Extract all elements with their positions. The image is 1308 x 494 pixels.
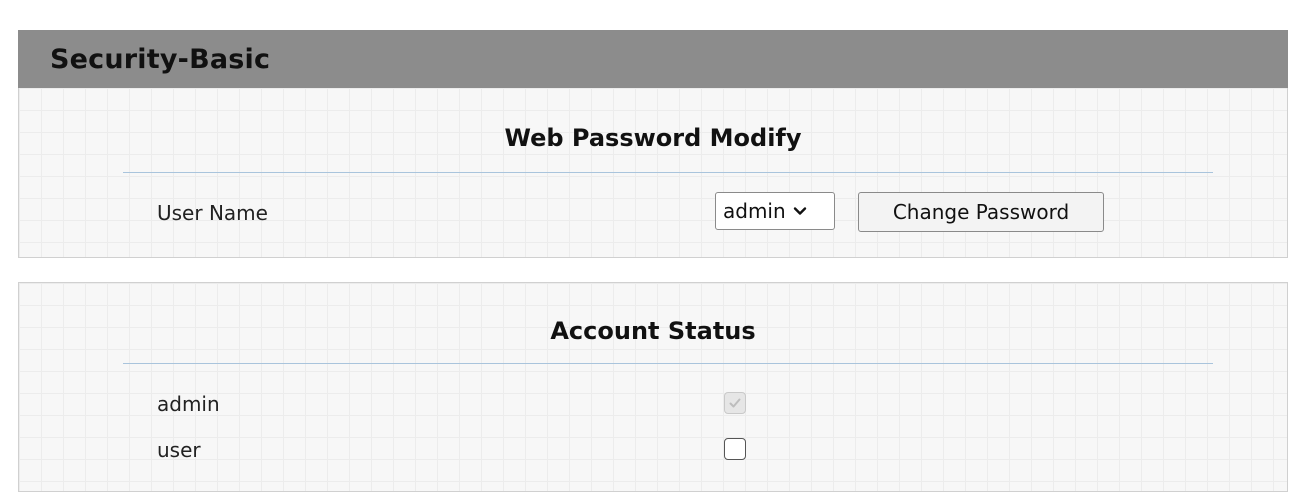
user-name-select[interactable]: admin xyxy=(715,192,835,230)
account-checkbox-admin xyxy=(724,392,746,414)
section-divider xyxy=(123,172,1213,173)
chevron-down-icon xyxy=(793,204,807,218)
page-title: Security-Basic xyxy=(50,43,271,75)
account-label-user: user xyxy=(157,438,201,462)
web-password-panel: Web Password Modify User Name admin Chan… xyxy=(18,88,1288,258)
user-name-label: User Name xyxy=(157,201,268,225)
web-password-title: Web Password Modify xyxy=(504,124,802,152)
account-checkbox-user[interactable] xyxy=(724,438,746,460)
security-basic-page: Security-Basic Web Password Modify User … xyxy=(0,0,1308,494)
page-header: Security-Basic xyxy=(18,30,1288,88)
account-status-panel: Account Status admin user xyxy=(18,282,1288,492)
checkmark-icon xyxy=(729,398,741,408)
account-label-admin: admin xyxy=(157,392,220,416)
change-password-button[interactable]: Change Password xyxy=(858,192,1104,232)
section-divider xyxy=(123,363,1213,364)
account-status-title: Account Status xyxy=(550,317,756,345)
user-name-select-value: admin xyxy=(723,199,786,223)
